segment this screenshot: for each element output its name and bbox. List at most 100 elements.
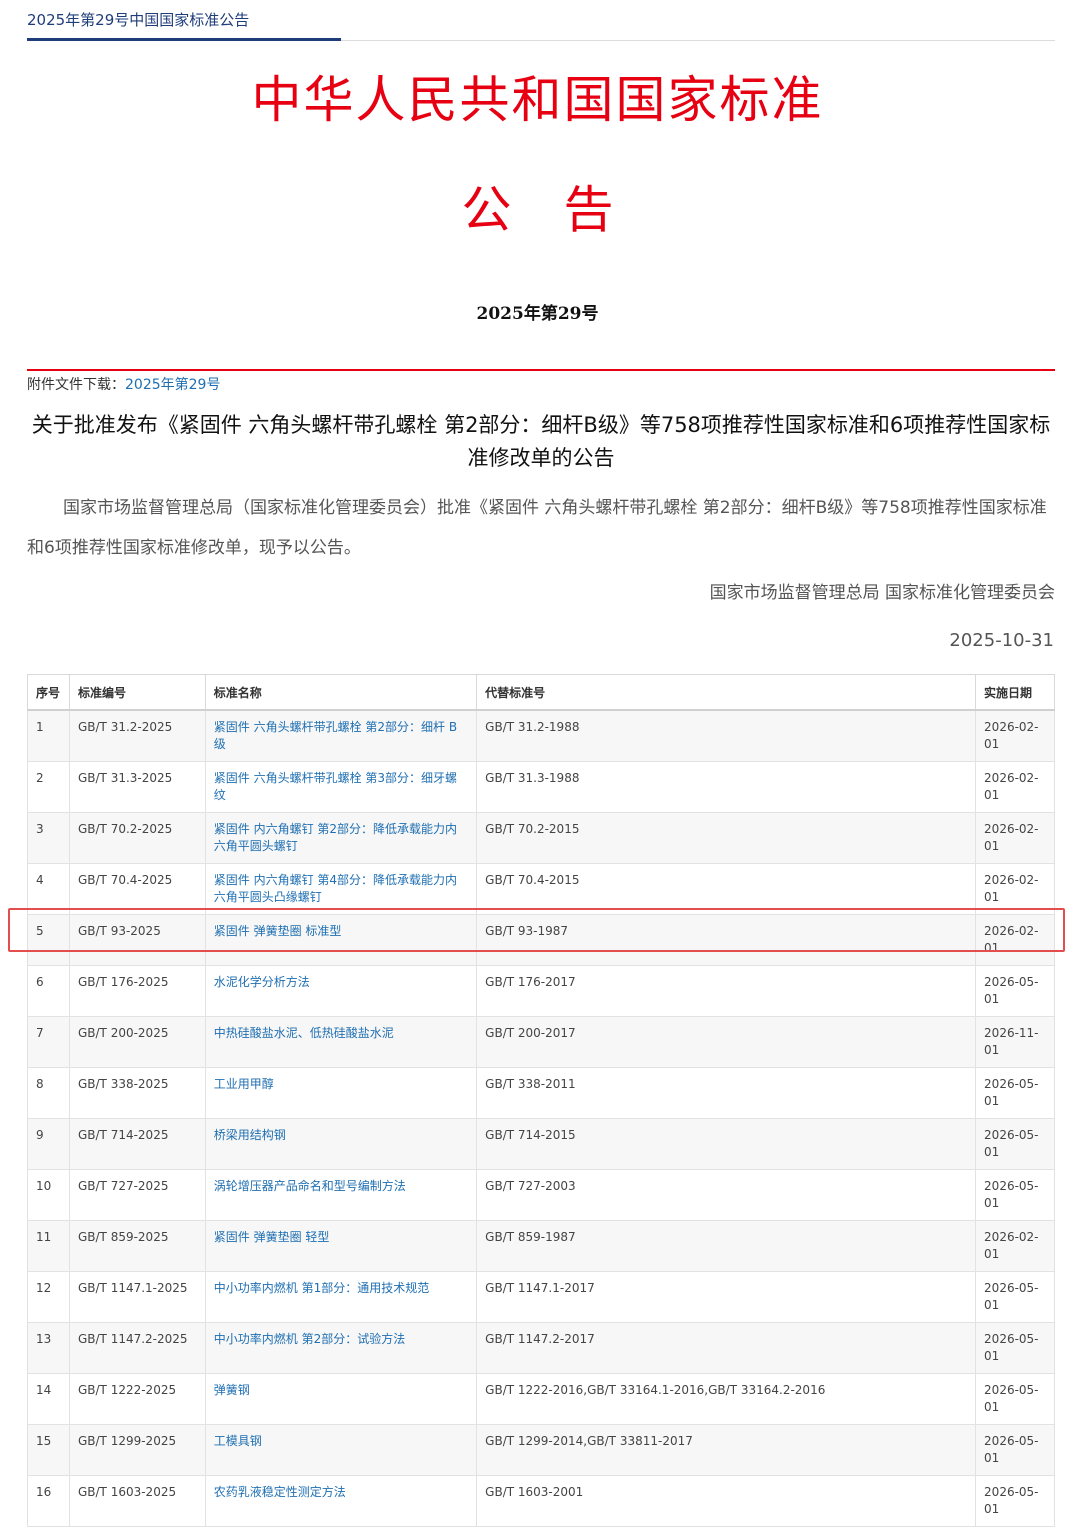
table-row: 4 GB/T 70.4-2025 紧固件 内六角螺钉 第4部分：降低承载能力内六角平… [27,863,1055,915]
notice-heading: 公告 [0,170,1075,242]
top-nav-bar: 2025年第29号中国国家标准公告 [27,0,1055,41]
cell-seq: 11 [27,1220,70,1272]
cell-replaced: GB/T 31.2-1988 [476,709,977,762]
table-row: 6 GB/T 176-2025 水泥化学分析方法 GB/T 176-2017 2026-… [27,965,1055,1017]
cell-date: 2026-02-01 [975,914,1055,966]
cell-replaced: GB/T 70.2-2015 [476,812,977,864]
cell-code: GB/T 1222-2025 [68,1373,206,1425]
cell-seq: 1 [27,709,70,762]
table-row: 5 GB/T 93-2025 紧固件 弹簧垫圈 标准型 GB/T 93-1987 202… [27,914,1055,966]
cell-replaced: GB/T 1222-2016,GB/T 33164.1-2016,GB/T 33… [476,1373,977,1425]
red-divider [27,369,1055,371]
cell-name[interactable]: 紧固件 弹簧垫圈 标准型 [204,914,478,966]
cell-date: 2026-05-01 [975,1373,1055,1425]
cell-date: 2026-11-01 [975,1016,1055,1068]
signature: 国家市场监督管理总局 国家标准化管理委员会 [709,583,1055,603]
cell-replaced: GB/T 1603-2001 [476,1475,977,1527]
cell-name[interactable]: 涡轮增压器产品命名和型号编制方法 [204,1169,478,1221]
cell-seq: 7 [27,1016,70,1068]
breadcrumb-underline [27,38,341,41]
table-row: 16 GB/T 1603-2025 农药乳液稳定性测定方法 GB/T 1603-200… [27,1475,1055,1527]
table-row: 11 GB/T 859-2025 紧固件 弹簧垫圈 轻型 GB/T 859-1987 2… [27,1220,1055,1272]
cell-name[interactable]: 农药乳液稳定性测定方法 [204,1475,478,1527]
header-name: 标准名称 [204,674,478,711]
cell-code: GB/T 338-2025 [68,1067,206,1119]
cell-name[interactable]: 紧固件 六角头螺杆带孔螺栓 第2部分：细杆 B级 [204,709,478,762]
cell-code: GB/T 70.2-2025 [68,812,206,864]
page-title: 中华人民共和国国家标准 [251,71,824,129]
cell-code: GB/T 31.3-2025 [68,761,206,813]
cell-replaced: GB/T 200-2017 [476,1016,977,1068]
cell-name[interactable]: 弹簧钢 [204,1373,478,1425]
table-row: 12 GB/T 1147.1-2025 中小功率内燃机 第1部分：通用技术规范 GB/… [27,1271,1055,1323]
header-seq: 序号 [27,674,70,711]
table-header-row: 序号 标准编号 标准名称 代替标准号 实施日期 [27,674,1055,711]
cell-replaced: GB/T 714-2015 [476,1118,977,1170]
cell-seq: 8 [27,1067,70,1119]
standards-table: 序号 标准编号 标准名称 代替标准号 实施日期 1 GB/T 31.2-2025 紧… [27,674,1055,1527]
cell-code: GB/T 859-2025 [68,1220,206,1272]
table-row: 10 GB/T 727-2025 涡轮增压器产品命名和型号编制方法 GB/T 727-… [27,1169,1055,1221]
cell-date: 2026-02-01 [975,761,1055,813]
cell-name[interactable]: 桥梁用结构钢 [204,1118,478,1170]
cell-code: GB/T 1299-2025 [68,1424,206,1476]
cell-name[interactable]: 中热硅酸盐水泥、低热硅酸盐水泥 [204,1016,478,1068]
cell-seq: 16 [27,1475,70,1527]
cell-seq: 10 [27,1169,70,1221]
cell-date: 2026-02-01 [975,709,1055,762]
cell-code: GB/T 93-2025 [68,914,206,966]
cell-seq: 2 [27,761,70,813]
cell-code: GB/T 200-2025 [68,1016,206,1068]
cell-code: GB/T 727-2025 [68,1169,206,1221]
cell-name[interactable]: 工业用甲醇 [204,1067,478,1119]
cell-date: 2026-05-01 [975,1475,1055,1527]
cell-name[interactable]: 紧固件 内六角螺钉 第2部分：降低承载能力内六角平圆头螺钉 [204,812,478,864]
cell-code: GB/T 1603-2025 [68,1475,206,1527]
cell-code: GB/T 176-2025 [68,965,206,1017]
cell-date: 2026-05-01 [975,1424,1055,1476]
breadcrumb[interactable]: 2025年第29号中国国家标准公告 [27,9,249,30]
cell-date: 2026-05-01 [975,1271,1055,1323]
table-row: 8 GB/T 338-2025 工业用甲醇 GB/T 338-2011 2026-05-… [27,1067,1055,1119]
cell-seq: 5 [27,914,70,966]
table-row: 9 GB/T 714-2025 桥梁用结构钢 GB/T 714-2015 2026-05… [27,1118,1055,1170]
attachment-link[interactable]: 2025年第29号 [125,377,220,393]
table-row: 14 GB/T 1222-2025 弹簧钢 GB/T 1222-2016,GB/T 3… [27,1373,1055,1425]
cell-replaced: GB/T 1147.1-2017 [476,1271,977,1323]
cell-code: GB/T 70.4-2025 [68,863,206,915]
cell-seq: 13 [27,1322,70,1374]
cell-date: 2026-05-01 [975,1169,1055,1221]
cell-name[interactable]: 中小功率内燃机 第1部分：通用技术规范 [204,1271,478,1323]
table-row: 15 GB/T 1299-2025 工模具钢 GB/T 1299-2014,GB/T … [27,1424,1055,1476]
cell-name[interactable]: 紧固件 弹簧垫圈 轻型 [204,1220,478,1272]
cell-seq: 12 [27,1271,70,1323]
cell-code: GB/T 1147.2-2025 [68,1322,206,1374]
cell-date: 2026-02-01 [975,863,1055,915]
cell-seq: 15 [27,1424,70,1476]
table-row: 3 GB/T 70.2-2025 紧固件 内六角螺钉 第2部分：降低承载能力内六角平… [27,812,1055,864]
cell-date: 2026-02-01 [975,812,1055,864]
cell-date: 2026-05-01 [975,1322,1055,1374]
table-row: 7 GB/T 200-2025 中热硅酸盐水泥、低热硅酸盐水泥 GB/T 200-20… [27,1016,1055,1068]
table-row: 13 GB/T 1147.2-2025 中小功率内燃机 第2部分：试验方法 GB/T … [27,1322,1055,1374]
cell-date: 2026-05-01 [975,965,1055,1017]
cell-date: 2026-02-01 [975,1220,1055,1272]
cell-date: 2026-05-01 [975,1118,1055,1170]
cell-name[interactable]: 水泥化学分析方法 [204,965,478,1017]
cell-code: GB/T 714-2025 [68,1118,206,1170]
cell-replaced: GB/T 1299-2014,GB/T 33811-2017 [476,1424,977,1476]
cell-replaced: GB/T 338-2011 [476,1067,977,1119]
announcement-date: 2025-10-31 [949,630,1054,651]
cell-name[interactable]: 工模具钢 [204,1424,478,1476]
table-body: 1 GB/T 31.2-2025 紧固件 六角头螺杆带孔螺栓 第2部分：细杆 B级 G… [27,709,1055,1527]
header-replaced: 代替标准号 [476,674,977,711]
cell-replaced: GB/T 176-2017 [476,965,977,1017]
cell-code: GB/T 31.2-2025 [68,709,206,762]
cell-replaced: GB/T 70.4-2015 [476,863,977,915]
cell-replaced: GB/T 727-2003 [476,1169,977,1221]
cell-seq: 9 [27,1118,70,1170]
cell-name[interactable]: 中小功率内燃机 第2部分：试验方法 [204,1322,478,1374]
cell-name[interactable]: 紧固件 六角头螺杆带孔螺栓 第3部分：细牙螺纹 [204,761,478,813]
cell-name[interactable]: 紧固件 内六角螺钉 第4部分：降低承载能力内六角平圆头凸缘螺钉 [204,863,478,915]
cell-seq: 4 [27,863,70,915]
